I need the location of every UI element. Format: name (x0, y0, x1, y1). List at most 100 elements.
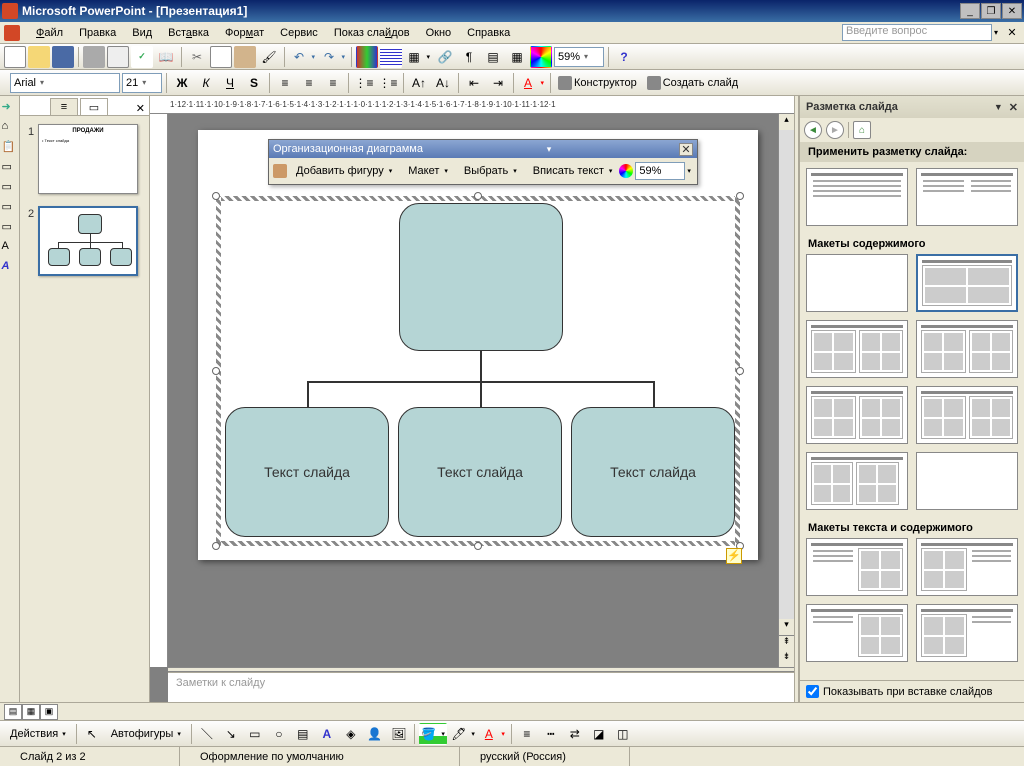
new-button[interactable] (4, 46, 26, 68)
chart-button[interactable] (356, 46, 378, 68)
slide[interactable]: Текст слайда Текст слайда Текст слайда (198, 130, 758, 560)
rail-arrow-icon[interactable]: ➜ (2, 100, 18, 116)
undo-button[interactable]: ↶ (289, 46, 317, 68)
open-button[interactable] (28, 46, 50, 68)
rectangle-button[interactable]: ▭ (244, 723, 266, 745)
autoformat-icon[interactable] (619, 164, 633, 178)
rail-btn4[interactable]: ▭ (2, 220, 18, 236)
layout-item[interactable] (916, 452, 1018, 510)
spellcheck-button[interactable]: ✓ (131, 46, 153, 68)
actions-button[interactable]: Действия (4, 724, 72, 744)
org-node-child-2[interactable]: Текст слайда (398, 407, 562, 537)
zoom-combo[interactable]: 59% (554, 47, 604, 67)
nav-back-button[interactable]: ◄ (804, 121, 822, 139)
layout-item[interactable] (916, 320, 1018, 378)
nav-home-button[interactable]: ⌂ (853, 121, 871, 139)
layout-item[interactable] (916, 168, 1018, 226)
arrow-style-button[interactable]: ⇄ (564, 723, 586, 745)
sorter-view-button[interactable]: ▦ (22, 704, 40, 720)
diagram-container[interactable]: Текст слайда Текст слайда Текст слайда (216, 196, 740, 546)
org-node-child-1[interactable]: Текст слайда (225, 407, 389, 537)
nav-forward-button[interactable]: ► (826, 121, 844, 139)
rail-home-icon[interactable]: ⌂ (2, 120, 18, 136)
menu-slideshow[interactable]: Показ слайдов (326, 25, 418, 41)
outline-tab[interactable]: ≡ (50, 98, 78, 115)
menu-window[interactable]: Окно (418, 25, 460, 41)
arrow-button[interactable]: ↘ (220, 723, 242, 745)
align-center-button[interactable]: ≡ (298, 72, 320, 94)
status-language[interactable]: русский (Россия) (460, 747, 630, 766)
font-combo[interactable]: Arial (10, 73, 120, 93)
textbox-button[interactable]: ▤ (292, 723, 314, 745)
designer-button[interactable]: Конструктор (555, 72, 642, 94)
oval-button[interactable]: ○ (268, 723, 290, 745)
shadow-button[interactable]: S (243, 72, 265, 94)
layout-item[interactable] (916, 386, 1018, 444)
minimize-button[interactable]: _ (960, 3, 980, 19)
decrease-font-button[interactable]: A↓ (432, 72, 454, 94)
select-objects-button[interactable]: ↖ (81, 723, 103, 745)
menu-insert[interactable]: Вставка (160, 25, 217, 41)
table-button[interactable] (380, 46, 402, 68)
notes-area[interactable]: Заметки к слайду (168, 672, 794, 702)
fill-color-button[interactable]: 🪣 (419, 723, 447, 745)
fit-text-button[interactable]: Вписать текст (526, 161, 618, 181)
align-right-button[interactable]: ≡ (322, 72, 344, 94)
smart-tag-icon[interactable]: ⚡ (726, 548, 742, 564)
redo-button[interactable]: ↷ (319, 46, 347, 68)
slide-thumbnail-2[interactable] (38, 206, 138, 276)
decrease-indent-button[interactable]: ⇤ (463, 72, 485, 94)
layout-item[interactable] (806, 386, 908, 444)
layout-item[interactable] (806, 538, 908, 596)
vertical-scrollbar[interactable]: ▴ ▾ ⇞ ⇟ (778, 114, 794, 667)
clipart-button[interactable]: 👤 (364, 723, 386, 745)
layout-item[interactable] (806, 604, 908, 662)
rail-btn1[interactable]: ▭ (2, 160, 18, 176)
layout-item[interactable] (806, 254, 908, 312)
italic-button[interactable]: К (195, 72, 217, 94)
line-button[interactable]: ＼ (196, 723, 218, 745)
picture-button[interactable]: 🖼 (388, 723, 410, 745)
save-button[interactable] (52, 46, 74, 68)
expand-all-button[interactable]: ¶ (458, 46, 480, 68)
shadow-style-button[interactable]: ◪ (588, 723, 610, 745)
normal-view-button[interactable]: ▤ (4, 704, 22, 720)
close-button[interactable]: ✕ (1002, 3, 1022, 19)
rail-paste-icon[interactable]: 📋 (2, 140, 18, 156)
increase-indent-button[interactable]: ⇥ (487, 72, 509, 94)
grid-button[interactable]: ▦ (506, 46, 528, 68)
dash-style-button[interactable]: ┅ (540, 723, 562, 745)
font-color-button-draw[interactable]: A (479, 723, 507, 745)
font-size-combo[interactable]: 21 (122, 73, 162, 93)
copy-button[interactable] (210, 46, 232, 68)
menu-view[interactable]: Вид (124, 25, 160, 41)
layout-item[interactable] (806, 452, 908, 510)
show-on-insert-checkbox[interactable] (806, 685, 819, 698)
slideshow-view-button[interactable]: ▣ (40, 704, 58, 720)
rail-aa-icon[interactable]: A (2, 260, 18, 276)
layout-item[interactable] (916, 538, 1018, 596)
diagram-button[interactable]: ◈ (340, 723, 362, 745)
menu-edit[interactable]: Правка (71, 25, 124, 41)
layout-item[interactable] (806, 320, 908, 378)
menu-help[interactable]: Справка (459, 25, 518, 41)
doc-icon[interactable] (4, 25, 20, 41)
hyperlink-button[interactable]: 🔗 (434, 46, 456, 68)
line-color-button[interactable]: 🖊 (449, 723, 477, 745)
rail-btn2[interactable]: ▭ (2, 180, 18, 196)
tables-borders-button[interactable]: ▦ (404, 46, 432, 68)
print-button[interactable] (83, 46, 105, 68)
paste-button[interactable] (234, 46, 256, 68)
menu-format[interactable]: Формат (217, 25, 272, 41)
rail-btn5[interactable]: A (2, 240, 18, 256)
color-grayscale-button[interactable] (530, 46, 552, 68)
cut-button[interactable]: ✂ (186, 46, 208, 68)
numbering-button[interactable]: ⋮≡ (353, 72, 375, 94)
autoshapes-button[interactable]: Автофигуры (105, 724, 187, 744)
bullets-button[interactable]: ⋮≡ (377, 72, 399, 94)
select-button[interactable]: Выбрать (457, 161, 524, 181)
restore-button[interactable]: ❐ (981, 3, 1001, 19)
show-formatting-button[interactable]: ▤ (482, 46, 504, 68)
orgchart-toolbar[interactable]: Организационная диаграмма ▾ ✕ Добавить ф… (268, 139, 698, 185)
slides-tab[interactable]: ▭ (80, 98, 108, 115)
